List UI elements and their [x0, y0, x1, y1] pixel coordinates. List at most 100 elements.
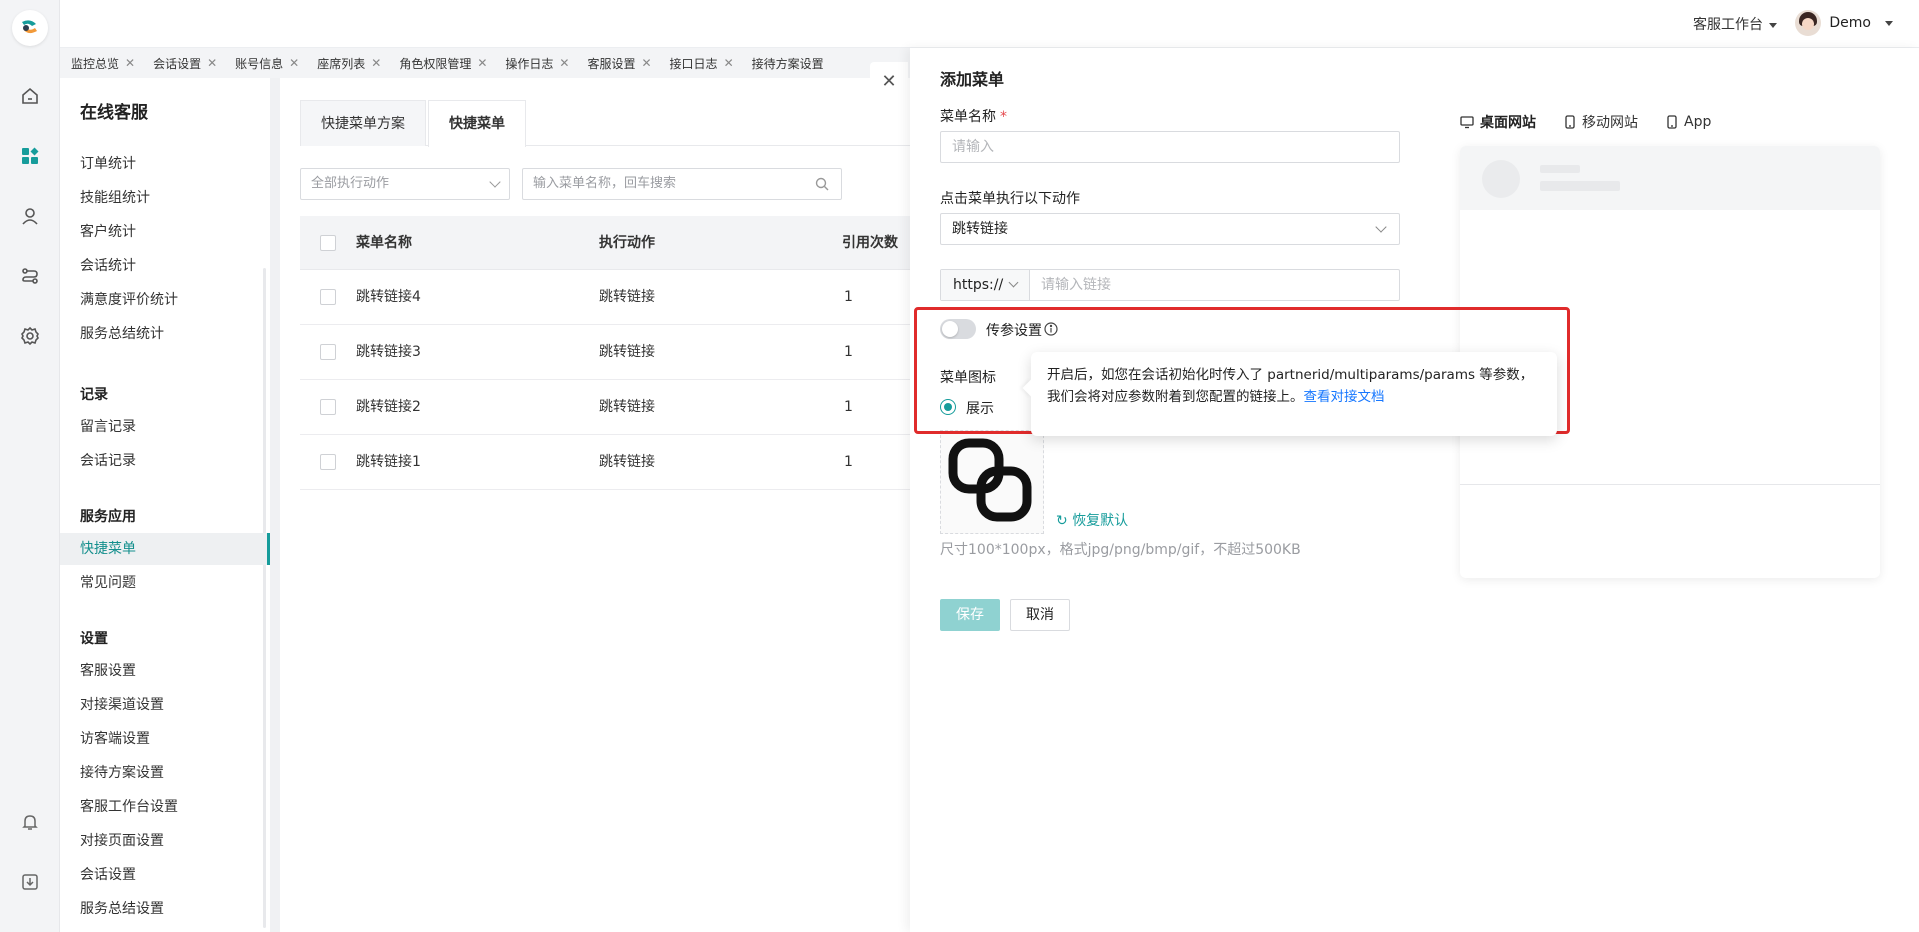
docs-link[interactable]: 查看对接文档 — [1304, 389, 1385, 405]
preview-avatar — [1482, 160, 1520, 198]
tab-quick-menu-plan[interactable]: 快捷菜单方案 — [300, 100, 426, 146]
tab-quick-menu[interactable]: 快捷菜单 — [428, 100, 526, 147]
tab-service-settings[interactable]: 客服设置 ✕ — [587, 55, 651, 72]
phone-icon — [1565, 115, 1575, 129]
sidebar-item[interactable]: 接待方案设置 — [60, 757, 270, 789]
sidebar-item[interactable]: 客服设置 — [60, 655, 270, 687]
settings-icon[interactable] — [18, 324, 42, 348]
tab-session-settings[interactable]: 会话设置 ✕ — [153, 55, 217, 72]
close-icon[interactable]: ✕ — [125, 56, 135, 70]
agent-icon[interactable] — [18, 204, 42, 228]
tab-seats[interactable]: 座席列表 ✕ — [317, 55, 381, 72]
action-value: 跳转链接 — [952, 221, 1008, 237]
close-icon[interactable]: ✕ — [559, 56, 569, 70]
sidebar-item[interactable]: 会话记录 — [60, 445, 270, 477]
close-icon[interactable]: ✕ — [724, 56, 734, 70]
menu-name-input[interactable]: 请输入 — [940, 131, 1400, 163]
table-row[interactable]: 跳转链接1 跳转链接 1 — [300, 435, 920, 490]
app-logo[interactable] — [12, 10, 48, 46]
search-icon — [815, 177, 829, 191]
close-icon[interactable]: ✕ — [371, 56, 381, 70]
sidebar-item[interactable]: 客户统计 — [60, 216, 270, 248]
sidebar-item[interactable]: 会话设置 — [60, 859, 270, 891]
cancel-button[interactable]: 取消 — [1010, 599, 1070, 631]
sidebar-item[interactable]: 对接页面设置 — [60, 825, 270, 857]
tab-roles[interactable]: 角色权限管理 ✕ — [399, 55, 487, 72]
table-row[interactable]: 跳转链接4 跳转链接 1 — [300, 270, 920, 325]
restore-default-button[interactable]: ↻ 恢复默认 — [1056, 510, 1128, 530]
row-checkbox[interactable] — [320, 454, 336, 470]
user-menu[interactable]: Demo — [1795, 10, 1893, 36]
refresh-icon: ↻ — [1056, 513, 1068, 529]
download-icon[interactable] — [18, 870, 42, 894]
save-button[interactable]: 保存 — [940, 599, 1000, 631]
action-select[interactable]: 跳转链接 — [940, 213, 1400, 245]
sidebar-item[interactable]: 对接渠道设置 — [60, 689, 270, 721]
search-input[interactable]: 输入菜单名称，回车搜索 — [522, 168, 842, 200]
tab-mobile-site[interactable]: 移动网站 — [1564, 112, 1638, 132]
sidebar-item[interactable]: 订单统计 — [60, 148, 270, 180]
sidebar-item[interactable]: 服务总结设置 — [60, 893, 270, 925]
tab-desktop-site[interactable]: 桌面网站 — [1460, 112, 1536, 132]
main-content: 快捷菜单方案 快捷菜单 全部执行动作 输入菜单名称，回车搜索 菜单名称 执行动作… — [270, 78, 920, 932]
tab-monitor[interactable]: 监控总览 ✕ — [71, 55, 135, 72]
sidebar-item[interactable]: 访客端设置 — [60, 723, 270, 755]
name-label: 菜单名称 * — [940, 106, 1007, 126]
url-placeholder: 请输入链接 — [1041, 277, 1111, 293]
url-input[interactable]: 请输入链接 — [1041, 270, 1111, 300]
bell-icon[interactable] — [18, 810, 42, 834]
drawer-close-button[interactable]: ✕ — [870, 62, 908, 100]
tab-label: 账号信息 — [235, 56, 284, 71]
tab-label: 会话设置 — [153, 56, 202, 71]
sidebar-item[interactable]: 留言记录 — [60, 411, 270, 443]
apps-icon[interactable] — [18, 144, 42, 168]
tab-oplog[interactable]: 操作日志 ✕ — [505, 55, 569, 72]
tab-account[interactable]: 账号信息 ✕ — [235, 55, 299, 72]
close-icon: ✕ — [881, 70, 897, 92]
menu-icon-preview[interactable] — [940, 430, 1044, 534]
table-row[interactable]: 跳转链接3 跳转链接 1 — [300, 325, 920, 380]
close-icon[interactable]: ✕ — [207, 56, 217, 70]
url-protocol-select[interactable]: https:// — [941, 270, 1030, 300]
tab-reception-plan[interactable]: 接待方案设置 — [752, 55, 824, 72]
table-row[interactable]: 跳转链接2 跳转链接 1 — [300, 380, 920, 435]
monitor-icon — [1460, 116, 1474, 129]
link-icon — [948, 438, 1032, 522]
sidebar-item[interactable]: 会话统计 — [60, 250, 270, 282]
cell-count: 1 — [844, 289, 853, 305]
tab-label: 角色权限管理 — [399, 56, 472, 71]
cell-count: 1 — [844, 344, 853, 360]
sidebar-item[interactable]: 客服工作台设置 — [60, 791, 270, 823]
tooltip-line-1: 开启后，如您在会话初始化时传入了 partnerid/multiparams/p… — [1047, 367, 1534, 383]
column-header: 菜单名称 — [356, 235, 412, 251]
tab-app[interactable]: App — [1666, 112, 1711, 132]
tab-label: 桌面网站 — [1480, 115, 1536, 131]
close-icon[interactable]: ✕ — [641, 56, 651, 70]
required-mark: * — [1000, 109, 1007, 125]
row-checkbox[interactable] — [320, 344, 336, 360]
cell-name: 跳转链接3 — [356, 344, 421, 360]
cell-count: 1 — [844, 454, 853, 470]
close-icon[interactable]: ✕ — [289, 56, 299, 70]
sidebar-item[interactable]: 服务总结统计 — [60, 318, 270, 350]
sidebar-group-records: 记录 — [80, 387, 108, 403]
menu-table: 菜单名称 执行动作 引用次数 跳转链接4 跳转链接 1 跳转链接3 跳转链接 1… — [300, 216, 920, 490]
workspace-switcher[interactable]: 客服工作台 — [1693, 14, 1777, 34]
sidebar-item[interactable]: 常见问题 — [60, 567, 270, 599]
action-filter-select[interactable]: 全部执行动作 — [300, 168, 510, 200]
workspace-label: 客服工作台 — [1693, 17, 1763, 33]
sidebar-item-quick-menu[interactable]: 快捷菜单 — [60, 533, 270, 565]
select-all-checkbox[interactable] — [320, 235, 336, 251]
subtabs: 快捷菜单方案 快捷菜单 — [300, 100, 920, 147]
table-header: 菜单名称 执行动作 引用次数 — [300, 216, 920, 270]
add-menu-drawer: 添加菜单 菜单名称 * 请输入 点击菜单执行以下动作 跳转链接 https:// … — [910, 48, 1919, 932]
sidebar-item[interactable]: 技能组统计 — [60, 182, 270, 214]
sidebar-item[interactable]: 满意度评价统计 — [60, 284, 270, 316]
close-icon[interactable]: ✕ — [477, 56, 487, 70]
row-checkbox[interactable] — [320, 289, 336, 305]
row-checkbox[interactable] — [320, 399, 336, 415]
home-icon[interactable] — [18, 84, 42, 108]
action-label: 点击菜单执行以下动作 — [940, 191, 1080, 207]
tab-api-log[interactable]: 接口日志 ✕ — [670, 55, 734, 72]
routing-icon[interactable] — [18, 264, 42, 288]
